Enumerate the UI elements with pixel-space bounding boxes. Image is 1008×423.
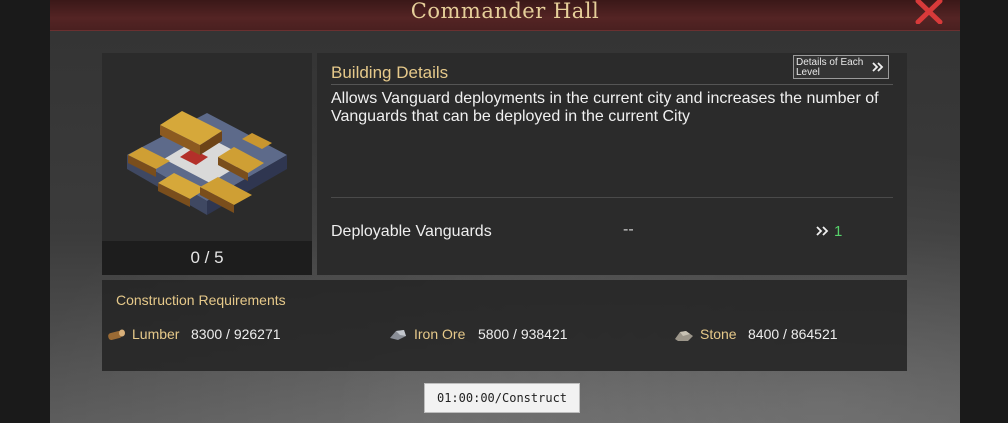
building-level: 0 / 5 — [102, 241, 312, 275]
deployable-vanguards-current: -- — [623, 221, 634, 238]
requirement-name: Lumber — [132, 326, 180, 342]
deployable-vanguards-next: 1 — [834, 223, 843, 240]
background-right — [960, 0, 1008, 423]
building-details-heading: Building Details — [331, 63, 449, 82]
requirement-amount: 8300 / 926271 — [191, 326, 281, 342]
iron-ore-icon — [390, 330, 406, 340]
requirement-amount: 8400 / 864521 — [748, 326, 838, 342]
building-details-panel: Building Details Details of Each Level A… — [317, 53, 907, 275]
building-description: Allows Vanguard deployments in the curre… — [331, 90, 879, 125]
close-icon — [915, 0, 943, 24]
stone-icon — [675, 331, 693, 341]
requirement-amount: 5800 / 938421 — [478, 326, 568, 342]
title-bar: Commander Hall — [50, 0, 960, 31]
details-of-each-level-label: Details of Each Level — [796, 57, 864, 78]
close-button[interactable] — [912, 0, 946, 24]
construction-requirements-panel: Construction Requirements Lumber 8300 / … — [102, 280, 907, 371]
double-chevron-right-icon — [872, 62, 884, 72]
commander-hall-dialog: Commander Hall 0 / 5 Building Details De… — [50, 0, 960, 423]
deployable-vanguards-label: Deployable Vanguards — [331, 223, 492, 240]
stat-divider — [331, 197, 893, 198]
requirement-name: Stone — [700, 326, 737, 342]
heading-divider — [331, 84, 893, 85]
details-of-each-level-button[interactable]: Details of Each Level — [793, 55, 889, 79]
double-chevron-right-icon — [816, 226, 829, 236]
dialog-title: Commander Hall — [410, 0, 600, 23]
building-image-panel: 0 / 5 — [102, 53, 312, 275]
commander-hall-building-image — [127, 111, 287, 215]
construction-requirements-heading: Construction Requirements — [116, 292, 286, 308]
background-left — [0, 0, 50, 423]
lumber-icon — [108, 329, 125, 341]
construct-button[interactable]: 01:00:00/Construct — [424, 383, 580, 413]
requirement-name: Iron Ore — [414, 326, 466, 342]
